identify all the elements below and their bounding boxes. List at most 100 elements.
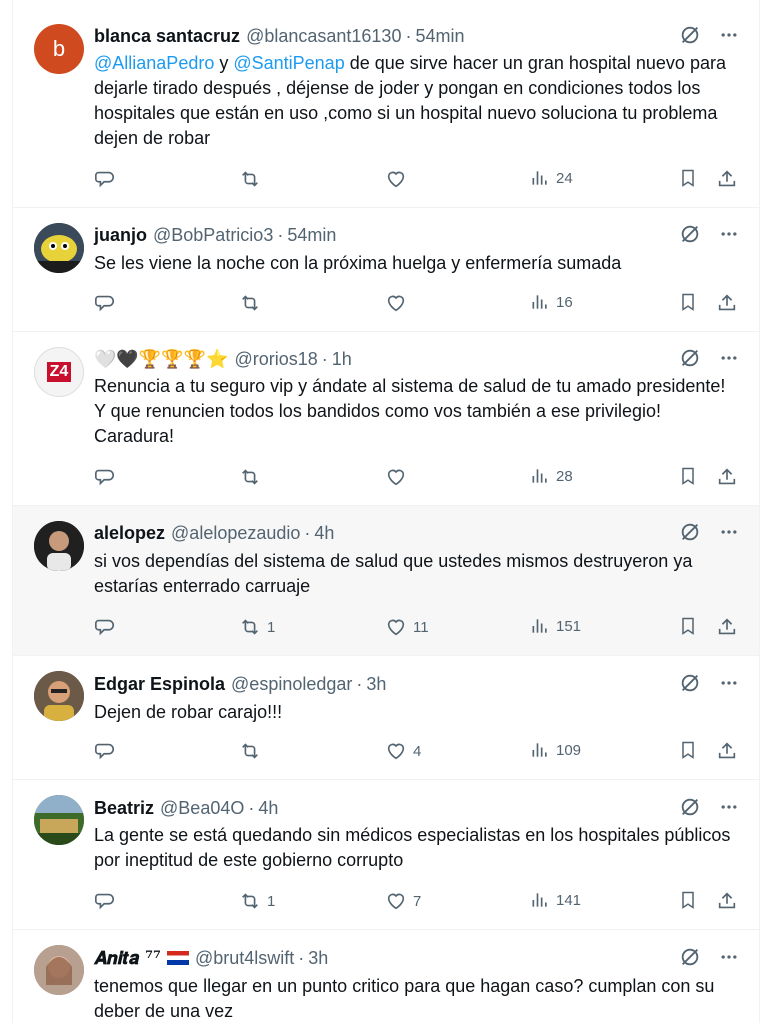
- share-button[interactable]: [716, 168, 738, 190]
- views-button[interactable]: 24: [530, 168, 573, 188]
- bookmark-button[interactable]: [678, 616, 698, 636]
- header-icons: [679, 24, 739, 46]
- bookmark-button[interactable]: [678, 292, 698, 312]
- reply-button[interactable]: [94, 616, 122, 638]
- like-icon: [385, 466, 407, 488]
- views-icon: [530, 616, 550, 636]
- more-icon[interactable]: [719, 522, 739, 542]
- more-icon[interactable]: [719, 348, 739, 368]
- user-handle[interactable]: @espinoledgar: [231, 674, 352, 695]
- views-button[interactable]: 28: [530, 466, 573, 486]
- grok-icon[interactable]: [679, 347, 701, 369]
- reply-button[interactable]: [94, 466, 122, 488]
- avatar[interactable]: b: [34, 24, 84, 74]
- avatar[interactable]: Z4: [34, 347, 84, 397]
- grok-icon[interactable]: [679, 521, 701, 543]
- tweet[interactable]: Beatriz @Bea04O · 4h La gente se está qu…: [13, 780, 759, 930]
- retweet-button[interactable]: [239, 466, 267, 488]
- grok-icon[interactable]: [679, 24, 701, 46]
- avatar[interactable]: [34, 223, 84, 273]
- tweet[interactable]: Z4 🤍🖤🏆🏆🏆⭐ @rorios18 · 1h Renuncia a tu s…: [13, 332, 759, 506]
- retweet-button[interactable]: [239, 292, 267, 314]
- retweet-button[interactable]: 1: [239, 616, 275, 638]
- reply-button[interactable]: [94, 168, 122, 190]
- retweet-button[interactable]: [239, 168, 267, 190]
- bookmark-button[interactable]: [678, 466, 698, 486]
- user-handle[interactable]: @alelopezaudio: [171, 523, 300, 544]
- bookmark-icon: [678, 466, 698, 486]
- views-button[interactable]: 151: [530, 616, 581, 636]
- user-handle[interactable]: @blancasant16130: [246, 26, 401, 47]
- bookmark-button[interactable]: [678, 168, 698, 188]
- views-button[interactable]: 141: [530, 890, 581, 910]
- display-name[interactable]: 🤍🖤🏆🏆🏆⭐: [94, 349, 228, 370]
- display-name[interactable]: blanca santacruz: [94, 26, 240, 47]
- retweet-button[interactable]: [239, 740, 267, 762]
- timestamp[interactable]: 54min: [415, 26, 464, 47]
- tweet[interactable]: Edgar Espinola @espinoledgar · 3h Dejen …: [13, 656, 759, 780]
- timestamp[interactable]: 3h: [366, 674, 386, 695]
- reply-button[interactable]: [94, 740, 122, 762]
- share-button[interactable]: [716, 466, 738, 488]
- timestamp[interactable]: 1h: [332, 349, 352, 370]
- avatar[interactable]: [34, 795, 84, 845]
- grok-icon[interactable]: [679, 223, 701, 245]
- mention-link[interactable]: @AllianaPedro: [94, 53, 214, 73]
- like-button[interactable]: 7: [385, 890, 421, 912]
- grok-icon[interactable]: [679, 946, 701, 968]
- display-name[interactable]: 𝑨𝒏𝒊𝒕𝒂 ⁷⁷: [94, 948, 161, 969]
- tweet-text: @AllianaPedro y @SantiPenap de que sirve…: [94, 51, 739, 151]
- user-handle[interactable]: @BobPatricio3: [153, 225, 273, 246]
- tweet[interactable]: b blanca santacruz @blancasant16130 · 54…: [13, 8, 759, 208]
- bookmark-button[interactable]: [678, 740, 698, 760]
- display-name[interactable]: alelopez: [94, 523, 165, 544]
- user-handle[interactable]: @Bea04O: [160, 798, 244, 819]
- bookmark-icon: [678, 168, 698, 188]
- separator: ·: [248, 797, 255, 818]
- like-button[interactable]: [385, 168, 413, 190]
- display-name[interactable]: juanjo: [94, 225, 147, 246]
- like-button[interactable]: [385, 292, 413, 314]
- views-button[interactable]: 16: [530, 292, 573, 312]
- bookmark-icon: [678, 292, 698, 312]
- display-name[interactable]: Beatriz: [94, 798, 154, 819]
- avatar[interactable]: [34, 521, 84, 571]
- grok-icon[interactable]: [679, 672, 701, 694]
- timestamp[interactable]: 4h: [258, 798, 278, 819]
- user-handle[interactable]: @rorios18: [234, 349, 317, 370]
- like-button[interactable]: 11: [385, 616, 429, 638]
- grok-icon[interactable]: [679, 796, 701, 818]
- like-button[interactable]: [385, 466, 413, 488]
- tweet[interactable]: 𝑨𝒏𝒊𝒕𝒂 ⁷⁷ @brut4lswift · 3h tenemos que l…: [13, 930, 759, 1023]
- share-button[interactable]: [716, 740, 738, 762]
- share-button[interactable]: [716, 616, 738, 638]
- share-icon: [716, 616, 738, 638]
- tweet[interactable]: juanjo @BobPatricio3 · 54min Se les vien…: [13, 208, 759, 332]
- user-handle[interactable]: @brut4lswift: [195, 948, 294, 969]
- more-icon[interactable]: [719, 224, 739, 244]
- more-icon[interactable]: [719, 25, 739, 45]
- views-button[interactable]: 109: [530, 740, 581, 760]
- display-name[interactable]: Edgar Espinola: [94, 674, 225, 695]
- more-icon[interactable]: [719, 797, 739, 817]
- more-icon[interactable]: [719, 947, 739, 967]
- more-icon[interactable]: [719, 673, 739, 693]
- share-button[interactable]: [716, 292, 738, 314]
- timestamp[interactable]: 3h: [308, 948, 328, 969]
- views-count: 141: [556, 891, 582, 909]
- reply-icon: [94, 466, 116, 488]
- mention-link[interactable]: @SantiPenap: [233, 53, 344, 73]
- timestamp[interactable]: 54min: [287, 225, 336, 246]
- like-button[interactable]: 4: [385, 740, 421, 762]
- share-button[interactable]: [716, 890, 738, 912]
- avatar[interactable]: [34, 945, 84, 995]
- retweet-button[interactable]: 1: [239, 890, 275, 912]
- timestamp[interactable]: 4h: [314, 523, 334, 544]
- views-icon: [530, 740, 550, 760]
- reply-button[interactable]: [94, 890, 122, 912]
- avatar[interactable]: [34, 671, 84, 721]
- tweet[interactable]: alelopez @alelopezaudio · 4h si vos depe…: [13, 506, 759, 656]
- bookmark-button[interactable]: [678, 890, 698, 910]
- reply-button[interactable]: [94, 292, 122, 314]
- bookmark-icon: [678, 890, 698, 910]
